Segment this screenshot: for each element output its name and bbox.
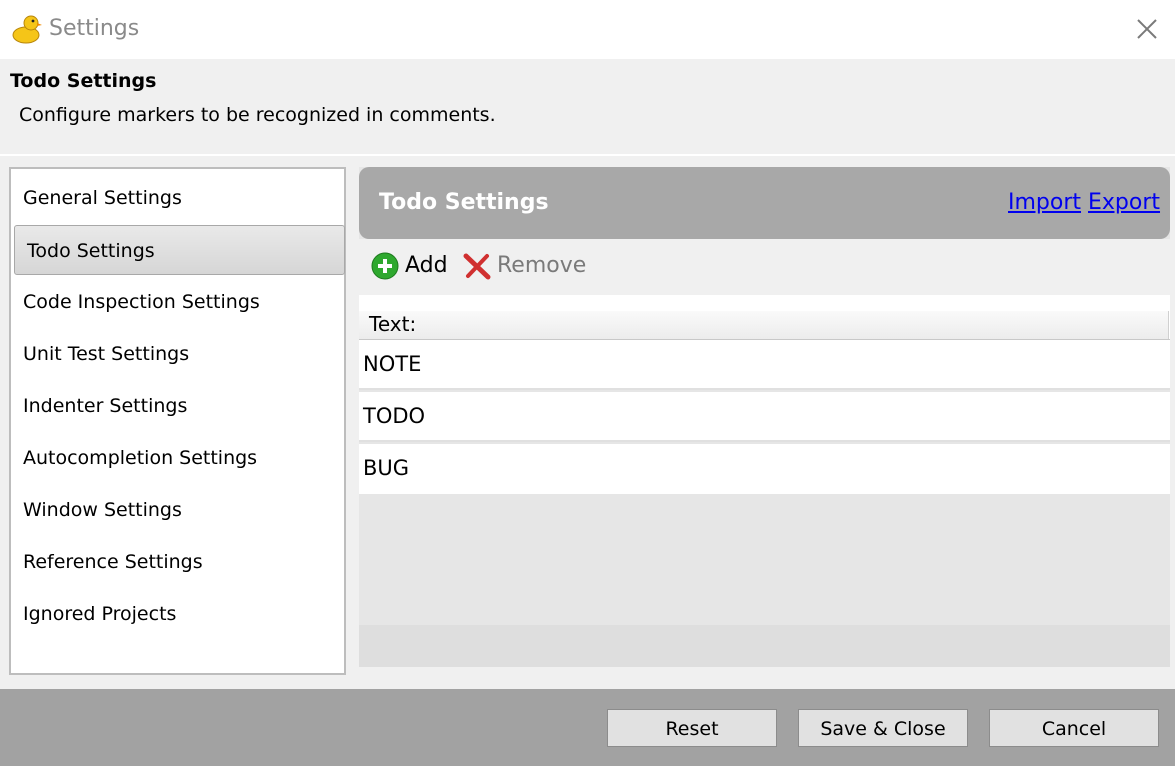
import-link[interactable]: Import	[1008, 190, 1081, 215]
panel-title: Todo Settings	[379, 190, 549, 215]
todo-settings-panel: Todo Settings Import Export Add Remove T…	[359, 167, 1170, 667]
nav-item-reference-settings[interactable]: Reference Settings	[13, 537, 344, 587]
nav-item-code-inspection-settings[interactable]: Code Inspection Settings	[13, 277, 344, 327]
table-row[interactable]: TODO	[359, 392, 1170, 442]
settings-header: Todo Settings Configure markers to be re…	[0, 59, 1175, 154]
table-row[interactable]: BUG	[359, 444, 1170, 494]
grid-header: Text:	[359, 295, 1170, 340]
window-title: Settings	[49, 16, 140, 41]
save-close-button[interactable]: Save & Close	[798, 709, 968, 747]
plus-circle-icon	[371, 252, 399, 280]
nav-item-autocompletion-settings[interactable]: Autocompletion Settings	[13, 433, 344, 483]
title-bar: Settings	[0, 0, 1175, 59]
red-x-icon	[463, 253, 491, 280]
header-title: Todo Settings	[10, 70, 157, 92]
marker-toolbar: Add Remove	[359, 239, 1170, 295]
nav-item-unit-test-settings[interactable]: Unit Test Settings	[13, 329, 344, 379]
settings-nav-list: General Settings Todo Settings Code Insp…	[9, 167, 346, 675]
header-description: Configure markers to be recognized in co…	[19, 104, 496, 126]
nav-item-window-settings[interactable]: Window Settings	[13, 485, 344, 535]
header-divider	[0, 154, 1175, 156]
reset-button[interactable]: Reset	[607, 709, 777, 747]
nav-item-todo-settings[interactable]: Todo Settings	[14, 225, 345, 275]
add-label: Add	[405, 253, 448, 278]
horizontal-scrollbar[interactable]	[359, 625, 1170, 667]
nav-item-general-settings[interactable]: General Settings	[13, 173, 344, 223]
rubber-duck-icon	[12, 15, 42, 44]
column-header-label: Text:	[369, 312, 417, 336]
remove-label: Remove	[497, 253, 587, 278]
column-header-text[interactable]: Text:	[359, 311, 1169, 339]
dialog-footer: Reset Save & Close Cancel	[0, 689, 1175, 766]
nav-item-ignored-projects[interactable]: Ignored Projects	[13, 589, 344, 639]
table-row[interactable]: NOTE	[359, 340, 1170, 390]
add-button[interactable]: Add	[371, 252, 448, 280]
remove-button[interactable]: Remove	[463, 252, 586, 280]
cancel-button[interactable]: Cancel	[989, 709, 1159, 747]
panel-header: Todo Settings Import Export	[359, 167, 1170, 239]
export-link[interactable]: Export	[1088, 190, 1160, 215]
nav-item-indenter-settings[interactable]: Indenter Settings	[13, 381, 344, 431]
close-icon[interactable]	[1132, 14, 1162, 44]
